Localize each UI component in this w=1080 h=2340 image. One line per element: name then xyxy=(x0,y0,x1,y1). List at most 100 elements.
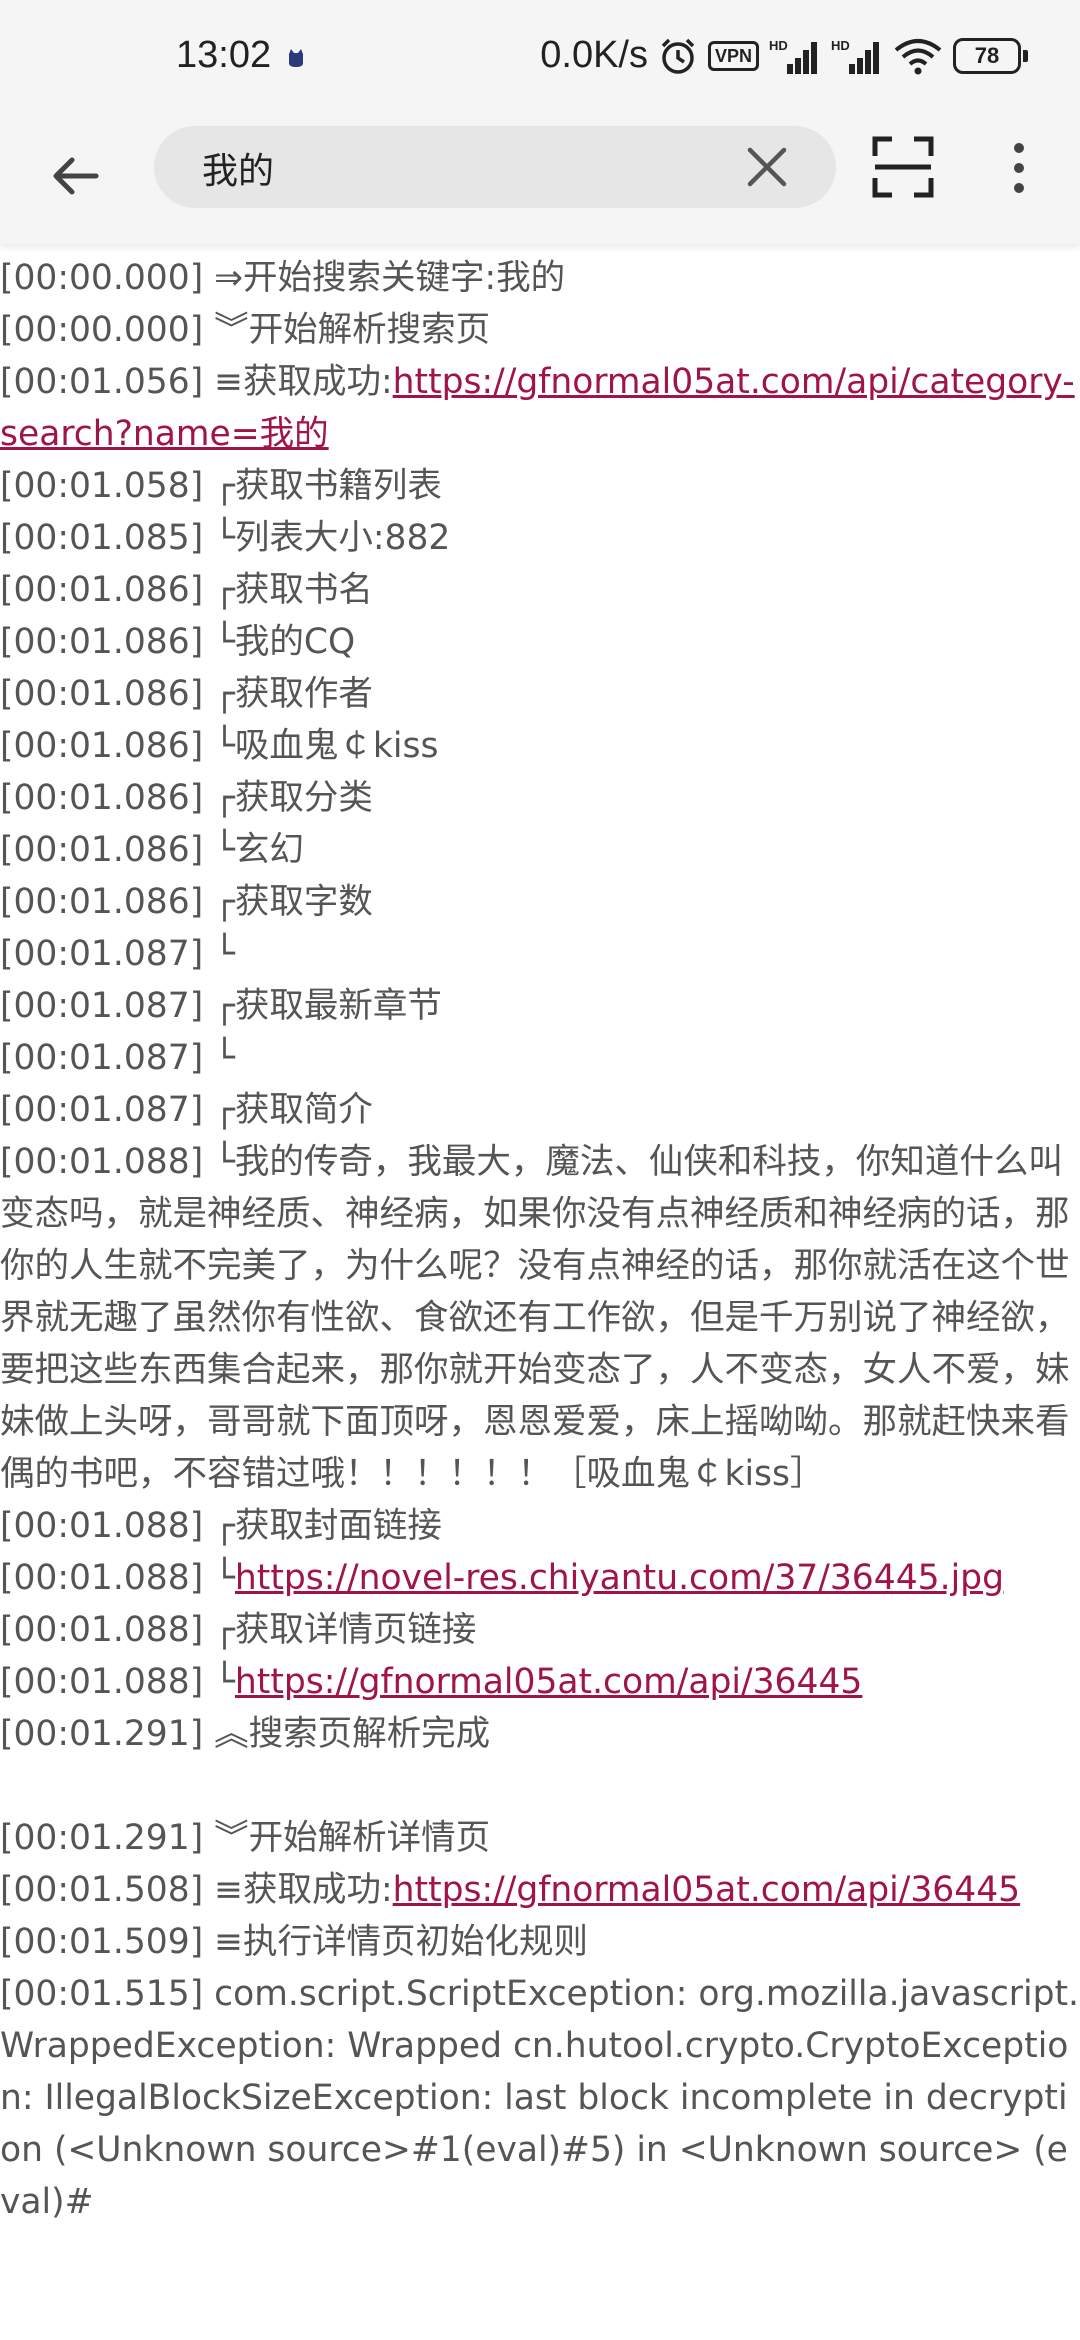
log-link[interactable]: https://novel-res.chiyantu.com/37/36445.… xyxy=(235,1558,1004,1598)
more-options-icon[interactable] xyxy=(1004,138,1034,198)
log-message: ┌获取字数 xyxy=(203,882,373,922)
log-message: ┌获取书名 xyxy=(203,570,373,610)
log-line: [00:01.086] ┌获取作者 xyxy=(0,668,1080,720)
network-speed: 0.0K/s xyxy=(540,34,648,76)
log-timestamp: [00:01.086] xyxy=(0,830,204,870)
log-message: ┌获取封面链接 xyxy=(203,1506,442,1546)
hd-label-2: HD xyxy=(831,38,850,53)
log-timestamp: [00:01.508] xyxy=(0,1870,204,1910)
hd-label-1: HD xyxy=(769,38,788,53)
log-line: [00:01.088] ┌获取封面链接 xyxy=(0,1500,1080,1552)
log-line: [00:01.086] └我的CQ xyxy=(0,616,1080,668)
log-timestamp: [00:01.291] xyxy=(0,1714,204,1754)
status-bar: 13:02 0.0K/s VPN HD HD 78 xyxy=(0,0,1080,118)
log-line: [00:01.291] ︽搜索页解析完成 xyxy=(0,1708,1080,1760)
log-message: ┌获取详情页链接 xyxy=(203,1610,477,1650)
log-line: [00:01.085] └列表大小:882 xyxy=(0,512,1080,564)
top-toolbar xyxy=(0,118,1080,244)
log-timestamp: [00:01.087] xyxy=(0,986,204,1026)
log-line: [00:01.088] └https://novel-res.chiyantu.… xyxy=(0,1552,1080,1604)
battery-indicator: 78 xyxy=(953,37,1028,74)
battery-level: 78 xyxy=(953,37,1021,74)
log-timestamp: [00:01.086] xyxy=(0,726,204,766)
log-message: ︾开始解析详情页 xyxy=(203,1818,491,1858)
log-message: └ xyxy=(203,1662,235,1702)
log-timestamp: [00:01.087] xyxy=(0,1038,204,1078)
log-line: [00:01.087] └ xyxy=(0,928,1080,980)
log-line: [00:01.515] com.script.ScriptException: … xyxy=(0,1968,1080,2228)
log-line: [00:01.291] ︾开始解析详情页 xyxy=(0,1812,1080,1864)
log-message: ≡获取成功: xyxy=(203,362,393,402)
log-line: [00:00.000] ⇒开始搜索关键字:我的 xyxy=(0,252,1080,304)
log-timestamp: [00:00.000] xyxy=(0,258,204,298)
log-link[interactable]: https://gfnormal05at.com/api/36445 xyxy=(235,1662,862,1702)
alarm-icon xyxy=(661,38,695,74)
log-timestamp: [00:01.088] xyxy=(0,1558,204,1598)
log-line: [00:01.086] └吸血鬼￠kiss xyxy=(0,720,1080,772)
log-timestamp: [00:01.056] xyxy=(0,362,204,402)
log-line: [00:01.087] ┌获取最新章节 xyxy=(0,980,1080,1032)
search-input[interactable] xyxy=(200,126,724,210)
log-line: [00:01.086] ┌获取字数 xyxy=(0,876,1080,928)
log-line: [00:01.058] ┌获取书籍列表 xyxy=(0,460,1080,512)
log-message: └ xyxy=(203,934,235,974)
debug-log: [00:00.000] ⇒开始搜索关键字:我的 [00:00.000] ︾开始解析… xyxy=(0,252,1080,2228)
log-timestamp: [00:01.087] xyxy=(0,934,204,974)
status-time: 13:02 xyxy=(176,34,272,76)
log-timestamp: [00:01.088] xyxy=(0,1662,204,1702)
log-line: [00:01.508] ≡获取成功:https://gfnormal05at.c… xyxy=(0,1864,1080,1916)
log-line: [00:01.086] ┌获取书名 xyxy=(0,564,1080,616)
log-message: └我的CQ xyxy=(203,622,356,662)
log-message: ︽搜索页解析完成 xyxy=(203,1714,491,1754)
log-message: └我的传奇，我最大，魔法、仙侠和科技，你知道什么叫变态吗，就是神经质、神经病，如… xyxy=(0,1142,1070,1494)
log-line: [00:00.000] ︾开始解析搜索页 xyxy=(0,304,1080,356)
log-line: [00:01.088] └我的传奇，我最大，魔法、仙侠和科技，你知道什么叫变态吗… xyxy=(0,1136,1080,1500)
log-message: └玄幻 xyxy=(203,830,304,870)
log-line: [00:01.087] └ xyxy=(0,1032,1080,1084)
log-timestamp: [00:01.086] xyxy=(0,622,204,662)
log-message: ┌获取最新章节 xyxy=(203,986,442,1026)
log-timestamp: [00:01.088] xyxy=(0,1610,204,1650)
log-message: ⇒开始搜索关键字:我的 xyxy=(203,258,566,298)
log-message: ┌获取作者 xyxy=(203,674,373,714)
log-line: [00:01.509] ≡执行详情页初始化规则 xyxy=(0,1916,1080,1968)
log-link[interactable]: https://gfnormal05at.com/api/36445 xyxy=(393,1870,1020,1910)
log-message: ≡获取成功: xyxy=(203,1870,393,1910)
log-message: ┌获取分类 xyxy=(203,778,373,818)
log-timestamp: [00:01.058] xyxy=(0,466,204,506)
log-message: ┌获取书籍列表 xyxy=(203,466,442,506)
log-message: ┌获取简介 xyxy=(203,1090,373,1130)
vpn-badge: VPN xyxy=(707,40,759,71)
log-timestamp: [00:01.086] xyxy=(0,882,204,922)
log-timestamp: [00:01.086] xyxy=(0,570,204,610)
log-timestamp: [00:01.087] xyxy=(0,1090,204,1130)
log-line: [00:01.056] ≡获取成功:https://gfnormal05at.c… xyxy=(0,356,1080,460)
signal-hd-icon-2: HD xyxy=(831,38,879,74)
wifi-icon xyxy=(894,38,942,74)
log-line: [00:01.087] ┌获取简介 xyxy=(0,1084,1080,1136)
back-arrow-icon[interactable] xyxy=(46,144,110,208)
log-timestamp: [00:01.086] xyxy=(0,778,204,818)
log-message: └ xyxy=(203,1558,235,1598)
log-message: └列表大小:882 xyxy=(203,518,451,558)
log-message: └吸血鬼￠kiss xyxy=(203,726,439,766)
log-line: [00:01.086] └玄幻 xyxy=(0,824,1080,876)
log-message: ︾开始解析搜索页 xyxy=(203,310,491,350)
cat-notification-icon xyxy=(289,49,303,67)
log-timestamp: [00:01.085] xyxy=(0,518,204,558)
log-line: [00:01.086] ┌获取分类 xyxy=(0,772,1080,824)
log-timestamp: [00:01.515] xyxy=(0,1974,204,2014)
scan-icon[interactable] xyxy=(872,136,934,198)
log-timestamp: [00:01.509] xyxy=(0,1922,204,1962)
log-timestamp: [00:01.086] xyxy=(0,674,204,714)
log-timestamp: [00:01.088] xyxy=(0,1506,204,1546)
log-line: [00:01.088] └https://gfnormal05at.com/ap… xyxy=(0,1656,1080,1708)
log-message: └ xyxy=(203,1038,235,1078)
log-message: ≡执行详情页初始化规则 xyxy=(203,1922,589,1962)
log-line: [00:01.088] ┌获取详情页链接 xyxy=(0,1604,1080,1656)
log-timestamp: [00:00.000] xyxy=(0,310,204,350)
clear-icon[interactable] xyxy=(746,146,788,188)
signal-hd-icon-1: HD xyxy=(769,38,817,74)
search-box[interactable] xyxy=(154,126,836,210)
